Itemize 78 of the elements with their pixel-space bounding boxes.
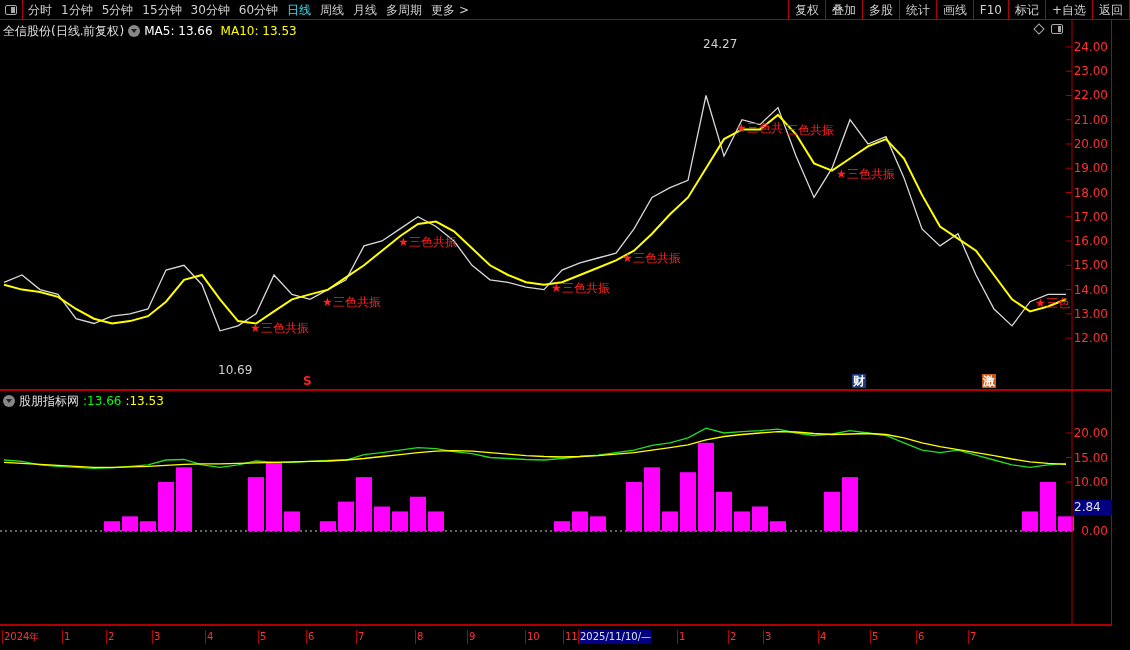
toolbar-button[interactable]: +自选 bbox=[1045, 0, 1093, 19]
ma-reading: MA10: 13.53 bbox=[220, 23, 297, 40]
time-axis-label: 8 bbox=[415, 630, 424, 644]
period-tab[interactable]: 多周期 bbox=[386, 0, 423, 19]
price-label: 24.27 bbox=[703, 37, 738, 51]
toolbar-button[interactable]: 多股 bbox=[862, 0, 900, 19]
indicator-title: 股朋指标网 bbox=[19, 393, 79, 410]
period-tab[interactable]: 周线 bbox=[320, 0, 345, 19]
ma-reading: MA5: 13.66 bbox=[144, 23, 213, 40]
time-axis-label: 3 bbox=[152, 630, 161, 644]
axis-label: 24.00 bbox=[1073, 39, 1108, 54]
time-axis-label: 4 bbox=[818, 630, 827, 644]
toolbar-button[interactable]: 画线 bbox=[936, 0, 974, 19]
time-axis-label: 1 bbox=[677, 630, 686, 644]
time-axis-label: 6 bbox=[306, 630, 315, 644]
axis-label: 18.00 bbox=[1073, 185, 1108, 200]
period-tab[interactable]: 15分钟 bbox=[142, 0, 182, 19]
period-tab[interactable]: 月线 bbox=[353, 0, 378, 19]
axis-label: 13.00 bbox=[1073, 306, 1108, 321]
axis-label: 20.00 bbox=[1073, 137, 1108, 151]
indicator-reading: :13.53 bbox=[125, 393, 164, 410]
signal-label: ★三色共振 bbox=[836, 167, 895, 181]
time-axis-label: 2 bbox=[728, 630, 737, 644]
signal-label: ★三色共振 bbox=[398, 235, 457, 249]
time-axis-label: 2 bbox=[106, 630, 115, 644]
toolbar-button[interactable]: 标记 bbox=[1008, 0, 1046, 19]
axis-label: 12.00 bbox=[1073, 331, 1108, 346]
axis-label: 15.00 bbox=[1073, 450, 1108, 465]
collapse-icon[interactable] bbox=[3, 395, 15, 407]
period-tab[interactable]: 日线 bbox=[287, 0, 312, 19]
signal-label: ★三色共振 bbox=[322, 295, 381, 309]
layout-toggle-icon[interactable] bbox=[1051, 24, 1063, 34]
chart-title: 全信股份(日线.前复权) bbox=[2, 23, 125, 40]
axis-label: 14.00 bbox=[1073, 282, 1108, 297]
axis-label: 22.00 bbox=[1073, 88, 1108, 103]
time-axis-label: 9 bbox=[467, 630, 476, 644]
time-axis-label: 7 bbox=[356, 630, 365, 644]
event-marker[interactable]: 激 bbox=[982, 374, 996, 388]
time-axis-label: 7 bbox=[968, 630, 977, 644]
axis-label: 23.00 bbox=[1073, 64, 1108, 79]
time-axis-label: 2024年 bbox=[2, 630, 40, 644]
time-axis-label: 1 bbox=[62, 630, 71, 644]
signal-label: ★三色共振 bbox=[551, 281, 610, 295]
period-tab[interactable]: 1分钟 bbox=[61, 0, 93, 19]
period-tab[interactable]: 5分钟 bbox=[101, 0, 134, 19]
period-tab[interactable]: 分时 bbox=[28, 0, 52, 19]
cursor-date: 2025/11/10/— bbox=[578, 630, 651, 644]
axis-label: 15.00 bbox=[1073, 258, 1108, 273]
price-label: 10.69 bbox=[218, 363, 253, 377]
axis-label: 0.00 bbox=[1081, 524, 1108, 538]
axis-label: 21.00 bbox=[1073, 112, 1108, 127]
signal-label: ★三色共振 bbox=[622, 251, 681, 265]
time-axis-label: 3 bbox=[763, 630, 772, 644]
toolbar-button[interactable]: 复权 bbox=[788, 0, 826, 19]
period-tab[interactable]: 60分钟 bbox=[238, 0, 279, 19]
axis-label: 20.00 bbox=[1073, 426, 1108, 440]
axis-label: 10.00 bbox=[1073, 475, 1108, 489]
time-axis-label: 5 bbox=[258, 630, 267, 644]
time-axis-label: 11 bbox=[563, 630, 578, 644]
period-tab[interactable]: 更多 > bbox=[431, 0, 469, 19]
toolbar-button[interactable]: 返回 bbox=[1093, 0, 1130, 19]
cursor-value: 2.84 bbox=[1073, 500, 1112, 515]
period-tab[interactable]: 30分钟 bbox=[190, 0, 230, 19]
signal-label: ★三色共振 bbox=[250, 321, 309, 335]
toolbar-button[interactable]: F10 bbox=[973, 0, 1009, 19]
event-marker[interactable]: 财 bbox=[852, 374, 866, 388]
toolbar-button[interactable]: 统计 bbox=[899, 0, 937, 19]
indicator-reading: :13.66 bbox=[83, 393, 122, 410]
time-axis-label: 4 bbox=[205, 630, 214, 644]
event-marker[interactable]: S bbox=[302, 374, 313, 388]
toolbar-button[interactable]: 叠加 bbox=[825, 0, 863, 19]
axis-label: 16.00 bbox=[1073, 234, 1108, 249]
axis-label: 19.00 bbox=[1073, 161, 1108, 176]
time-axis-label: 10 bbox=[525, 630, 540, 644]
time-axis-label: 6 bbox=[916, 630, 925, 644]
axis-label: 17.00 bbox=[1073, 209, 1108, 224]
time-axis-label: 5 bbox=[870, 630, 879, 644]
collapse-icon[interactable] bbox=[128, 25, 141, 37]
